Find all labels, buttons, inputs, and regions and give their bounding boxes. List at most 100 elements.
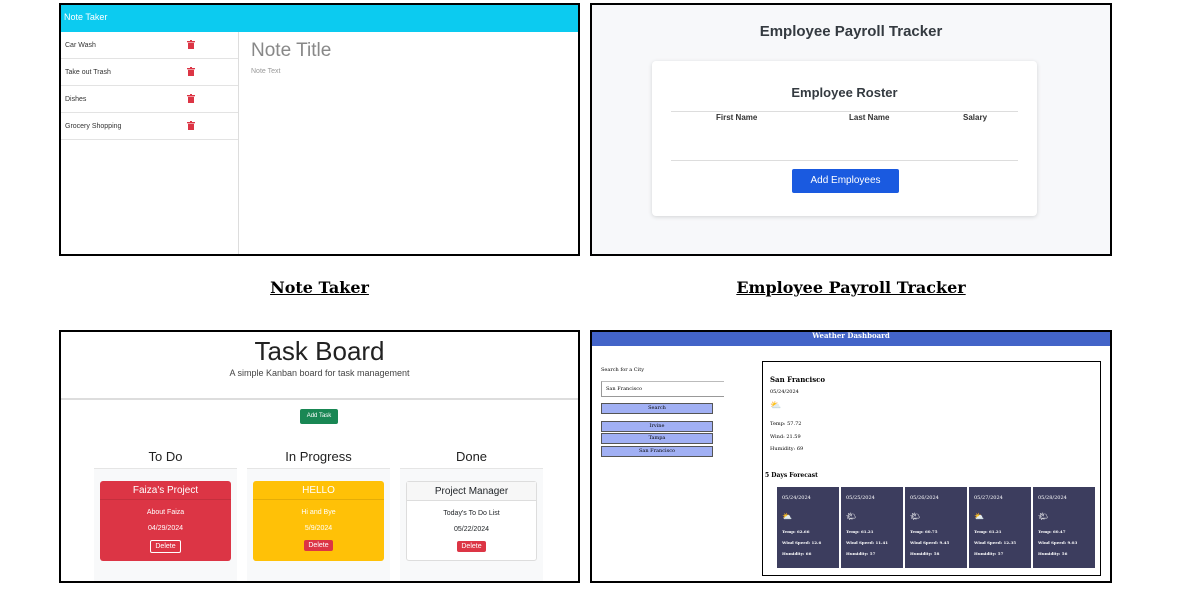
partly-cloudy-icon: ⛅ (770, 401, 782, 411)
task-card-date: 04/29/2024 (147, 525, 184, 532)
forecast-humidity: Humidity: 57 (974, 551, 1004, 556)
weather-icon: ⛅ (974, 512, 984, 521)
forecast-temp: Temp: 61.21 (974, 529, 1002, 534)
trash-icon[interactable] (187, 40, 195, 49)
column-title: In Progress (247, 444, 390, 469)
note-taker-screenshot[interactable]: Note Taker Car Wash Take out Trash Dishe… (59, 3, 580, 256)
history-button[interactable]: Irvine (601, 421, 713, 432)
note-list-item[interactable]: Take out Trash (61, 59, 238, 86)
task-board-screenshot[interactable]: Task Board A simple Kanban board for tas… (59, 330, 580, 583)
forecast-wind: Wind Speed: 12.6 (782, 540, 822, 545)
forecast-temp: Temp: 61.21 (846, 529, 874, 534)
forecast-humidity: Humidity: 57 (846, 551, 876, 556)
note-label: Car Wash (65, 42, 96, 49)
forecast-wind: Wind Speed: 12.35 (974, 540, 1017, 545)
column-last-name: Last Name (849, 113, 890, 122)
current-date: 05/24/2024 (770, 389, 799, 395)
current-wind: Wind: 21.59 (770, 434, 801, 440)
delete-button[interactable]: Delete (150, 540, 181, 553)
note-label: Grocery Shopping (65, 123, 122, 130)
search-label: Search for a City (601, 367, 645, 373)
task-card[interactable]: Project Manager Today's To Do List 05/22… (406, 481, 537, 561)
trash-icon[interactable] (187, 94, 195, 103)
forecast-wind: Wind Speed: 11.41 (846, 540, 889, 545)
task-board-header: Task Board A simple Kanban board for tas… (61, 332, 578, 400)
forecast-temp: Temp: 60.75 (910, 529, 938, 534)
weather-header: Weather Dashboard (592, 332, 1110, 346)
note-title-input[interactable]: Note Title (251, 40, 331, 62)
delete-button[interactable]: Delete (304, 540, 333, 551)
weather-icon: ⛅ (782, 512, 792, 521)
column-in-progress: In Progress HELLO Hi and Bye 5/9/2024 De… (247, 444, 390, 581)
forecast-date: 05/25/2024 (846, 495, 875, 501)
task-board-subtitle: A simple Kanban board for task managemen… (229, 368, 410, 378)
forecast-card: 05/26/2024 🌤 Temp: 60.75 Wind Speed: 9.4… (905, 487, 967, 568)
task-card-desc: Today's To Do List (443, 510, 500, 517)
forecast-date: 05/26/2024 (910, 495, 939, 501)
history-button[interactable]: Tampa (601, 433, 713, 444)
note-editor: Note Title Note Text (251, 40, 331, 75)
column-salary: Salary (963, 113, 988, 122)
forecast-temp: Temp: 62.66 (782, 529, 810, 534)
forecast-card: 05/28/2024 🌤 Temp: 60.47 Wind Speed: 9.0… (1033, 487, 1095, 568)
city-search-input[interactable]: San Francisco (601, 381, 724, 397)
forecast-card: 05/27/2024 ⛅ Temp: 61.21 Wind Speed: 12.… (969, 487, 1031, 568)
current-humidity: Humidity: 69 (770, 446, 804, 452)
task-card-title: HELLO (253, 481, 384, 500)
forecast-title: 5 Days Forecast (765, 472, 818, 479)
weather-results-panel: San Francisco 05/24/2024 ⛅ Temp: 57.72 W… (762, 361, 1101, 576)
forecast-humidity: Humidity: 66 (782, 551, 812, 556)
column-title: Done (400, 444, 543, 469)
trash-icon[interactable] (187, 121, 195, 130)
note-list-item[interactable]: Grocery Shopping (61, 113, 238, 140)
history-button[interactable]: San Francisco (601, 446, 713, 457)
task-card-date: 05/22/2024 (453, 526, 490, 533)
forecast-card: 05/25/2024 🌤 Temp: 61.21 Wind Speed: 11.… (841, 487, 903, 568)
note-list-item[interactable]: Dishes (61, 86, 238, 113)
column-title: To Do (94, 444, 237, 469)
weather-icon: 🌤 (910, 512, 921, 521)
add-employees-button[interactable]: Add Employees (792, 169, 899, 193)
add-task-button[interactable]: Add Task (300, 409, 338, 424)
divider (671, 111, 1018, 112)
note-label: Take out Trash (65, 69, 111, 76)
payroll-screenshot[interactable]: Employee Payroll Tracker Employee Roster… (590, 3, 1112, 256)
forecast-date: 05/28/2024 (1038, 495, 1067, 501)
roster-card: Employee Roster First Name Last Name Sal… (652, 61, 1037, 216)
current-temp: Temp: 57.72 (770, 421, 802, 427)
payroll-title: Employee Payroll Tracker (759, 23, 943, 40)
note-taker-navbar: Note Taker (61, 5, 578, 32)
current-city: San Francisco (770, 375, 826, 384)
forecast-temp: Temp: 60.47 (1038, 529, 1066, 534)
forecast-wind: Wind Speed: 9.03 (1038, 540, 1078, 545)
forecast-humidity: Humidity: 58 (910, 551, 940, 556)
task-card-date: 5/9/2024 (304, 525, 333, 532)
forecast-humidity: Humidity: 56 (1038, 551, 1068, 556)
roster-title: Employee Roster (791, 85, 898, 100)
task-card-desc: Hi and Bye (301, 509, 336, 516)
weather-icon: 🌤 (1038, 512, 1049, 521)
task-card-title: Faiza's Project (100, 481, 231, 500)
note-text-input[interactable]: Note Text (251, 68, 331, 75)
column-todo: To Do Faiza's Project About Faiza 04/29/… (94, 444, 237, 581)
note-list-item[interactable]: Car Wash (61, 32, 238, 59)
note-taker-link[interactable]: Note Taker (59, 278, 580, 297)
forecast-date: 05/24/2024 (782, 495, 811, 501)
forecast-wind: Wind Speed: 9.45 (910, 540, 950, 545)
search-button[interactable]: Search (601, 403, 713, 414)
weather-dashboard-screenshot[interactable]: Weather Dashboard Search for a City San … (590, 330, 1112, 583)
task-card[interactable]: HELLO Hi and Bye 5/9/2024 Delete (253, 481, 384, 561)
forecast-date: 05/27/2024 (974, 495, 1003, 501)
forecast-card: 05/24/2024 ⛅ Temp: 62.66 Wind Speed: 12.… (777, 487, 839, 568)
divider (671, 160, 1018, 161)
task-card-desc: About Faiza (146, 509, 185, 516)
note-label: Dishes (65, 96, 87, 103)
payroll-link[interactable]: Employee Payroll Tracker (590, 278, 1112, 297)
trash-icon[interactable] (187, 67, 195, 76)
note-list: Car Wash Take out Trash Dishes Grocery S… (61, 32, 239, 254)
task-card[interactable]: Faiza's Project About Faiza 04/29/2024 D… (100, 481, 231, 561)
column-first-name: First Name (716, 113, 758, 122)
task-card-title: Project Manager (407, 482, 536, 501)
task-board-title: Task Board (254, 336, 385, 366)
delete-button[interactable]: Delete (457, 541, 486, 552)
